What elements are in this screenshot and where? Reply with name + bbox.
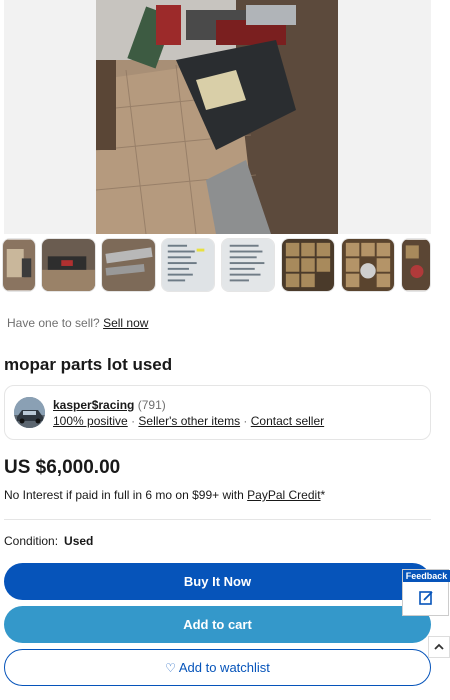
thumbnail-5[interactable] — [221, 238, 275, 292]
heart-icon: ♡ — [165, 660, 176, 675]
sell-now-link[interactable]: Sell now — [103, 316, 148, 330]
seller-positive-link[interactable]: 100% positive — [53, 414, 128, 428]
financing-asterisk: * — [320, 488, 326, 502]
paypal-credit-link[interactable]: PayPal Credit — [247, 488, 320, 502]
seller-name-link[interactable]: kasper$racing — [53, 398, 134, 412]
feedback-tab[interactable]: Feedback — [402, 569, 450, 616]
seller-links: 100% positive · Seller's other items · C… — [53, 414, 324, 428]
thumbnail-image — [402, 239, 430, 291]
seller-card: kasper$racing (791) 100% positive · Sell… — [4, 385, 431, 440]
seller-other-items-link[interactable]: Seller's other items — [138, 414, 240, 428]
main-photo-area[interactable] — [4, 0, 431, 234]
seller-feedback-count: (791) — [137, 398, 166, 412]
thumbnail-8[interactable] — [401, 238, 431, 292]
buy-it-now-label: Buy It Now — [183, 574, 252, 589]
contact-seller-link[interactable]: Contact seller — [251, 414, 324, 428]
seller-name-line: kasper$racing (791) — [53, 398, 166, 412]
thumbnail-1[interactable] — [2, 238, 36, 292]
separator: · — [243, 414, 248, 428]
thumbnail-image — [102, 239, 155, 291]
avatar-image — [14, 397, 45, 428]
separator: · — [131, 414, 136, 428]
thumbnail-image — [42, 239, 95, 291]
sell-prompt-text: Have one to sell? — [7, 316, 100, 330]
thumbnail-image — [222, 239, 274, 291]
seller-avatar[interactable] — [14, 397, 45, 428]
thumbnail-image — [3, 239, 35, 291]
add-to-cart-label: Add to cart — [183, 617, 252, 632]
feedback-icon — [419, 591, 433, 605]
item-price: US $6,000.00 — [4, 457, 121, 478]
scroll-to-top-button[interactable] — [428, 636, 450, 658]
thumbnail-7[interactable] — [341, 238, 395, 292]
chevron-up-icon — [434, 643, 444, 650]
buy-it-now-button[interactable]: Buy It Now — [4, 563, 431, 600]
condition-label: Condition: — [4, 534, 59, 548]
thumbnail-strip[interactable] — [0, 238, 450, 294]
feedback-label: Feedback — [403, 570, 450, 582]
financing-text: No Interest if paid in full in 6 mo on $… — [4, 488, 244, 502]
add-to-watchlist-label: Add to watchlist — [178, 660, 270, 675]
thumbnail-image — [282, 239, 334, 291]
thumbnail-image — [342, 239, 394, 291]
sell-prompt: Have one to sell? Sell now — [7, 316, 148, 330]
main-item-photo[interactable] — [96, 0, 338, 234]
main-photo-image — [96, 0, 338, 234]
financing-info: No Interest if paid in full in 6 mo on $… — [4, 488, 325, 502]
condition-value: Used — [64, 534, 94, 548]
thumbnail-6[interactable] — [281, 238, 335, 292]
add-to-watchlist-button[interactable]: ♡ Add to watchlist — [4, 649, 431, 686]
thumbnail-image — [162, 239, 214, 291]
divider — [4, 519, 431, 520]
add-to-cart-button[interactable]: Add to cart — [4, 606, 431, 643]
listing-title: mopar parts lot used — [4, 355, 173, 374]
item-condition: Condition: Used — [4, 534, 93, 548]
thumbnail-2[interactable] — [41, 238, 96, 292]
thumbnail-4[interactable] — [161, 238, 215, 292]
thumbnail-3[interactable] — [101, 238, 156, 292]
